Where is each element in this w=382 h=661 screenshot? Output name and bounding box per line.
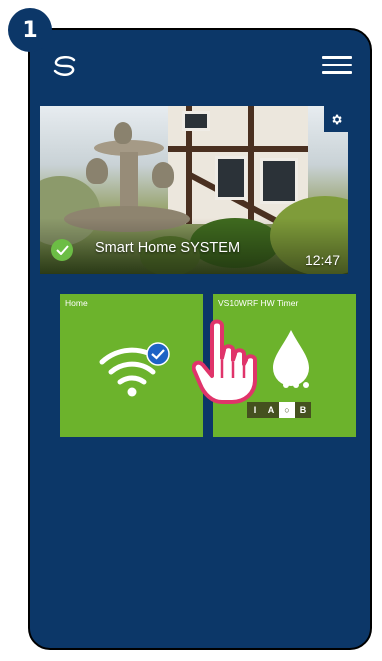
- gear-icon: [331, 114, 342, 124]
- check-circle-icon: [51, 239, 73, 261]
- pointing-hand-icon: [192, 319, 257, 404]
- water-drop-icon: [273, 330, 309, 386]
- mode-off[interactable]: ○: [279, 402, 295, 418]
- clock-time: 12:47: [304, 252, 340, 268]
- system-name: Smart Home SYSTEM: [95, 240, 241, 256]
- mode-auto-a[interactable]: A: [263, 402, 279, 418]
- status-dots: [283, 382, 309, 388]
- connected-check-icon: [146, 342, 170, 366]
- tile-label-home: Home: [65, 298, 88, 308]
- step-number-badge: 1: [8, 8, 52, 52]
- home-gateway-tile[interactable]: Home: [60, 294, 203, 437]
- tile-label-timer: VS10WRF HW Timer: [218, 298, 299, 308]
- wifi-icon: [99, 342, 170, 397]
- mode-auto-b[interactable]: B: [295, 402, 311, 418]
- hamburger-menu-icon[interactable]: [322, 56, 352, 76]
- salus-logo-icon: [53, 56, 76, 76]
- settings-gear-button[interactable]: [324, 106, 348, 132]
- home-photo-card[interactable]: Smart Home SYSTEM 12:47: [40, 106, 348, 274]
